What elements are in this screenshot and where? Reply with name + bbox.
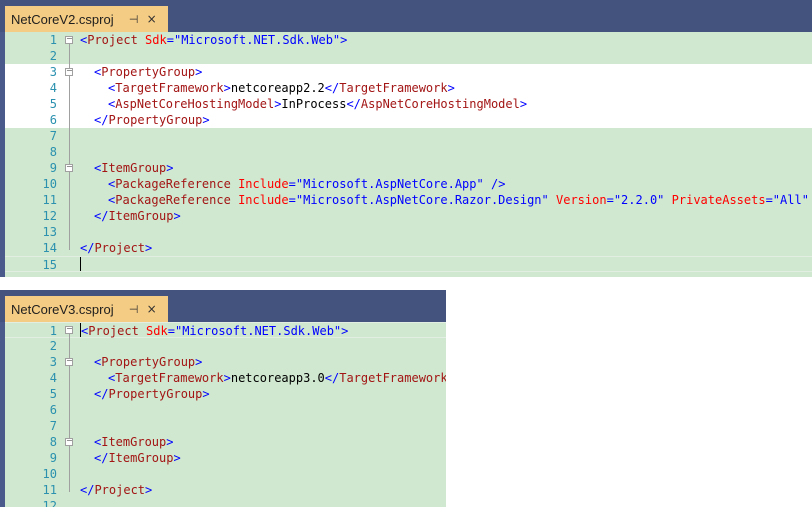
close-icon[interactable]: × [144, 12, 160, 26]
collapse-icon[interactable] [65, 36, 73, 44]
line-number: 6 [49, 403, 57, 417]
fold-guide [69, 172, 70, 218]
code-line[interactable]: 2 [5, 48, 812, 64]
line-number: 2 [49, 49, 57, 63]
code-line[interactable]: 5 <AspNetCoreHostingModel>InProcess</AspN… [5, 96, 812, 112]
code-editor[interactable]: 1 <Project Sdk="Microsoft.NET.Sdk.Web"> 2 3… [5, 32, 812, 277]
code-text: <PackageReference Include="Microsoft.Asp… [108, 193, 809, 207]
line-number: 12 [42, 209, 57, 223]
line-number: 5 [49, 97, 57, 111]
collapse-icon[interactable] [65, 438, 73, 446]
text-caret [80, 257, 81, 271]
document-tab-strip: NetCoreV3.csproj ⊣ × [0, 290, 446, 322]
line-number: 3 [49, 65, 57, 79]
line-number: 11 [42, 193, 57, 207]
tab-title: NetCoreV3.csproj [11, 301, 114, 317]
code-line[interactable]: 10 <PackageReference Include="Microsoft.A… [5, 176, 812, 192]
code-text: <PropertyGroup> [94, 355, 203, 369]
code-line[interactable]: 14 </Project> [5, 240, 812, 256]
pin-icon[interactable]: ⊣ [126, 13, 142, 26]
fold-guide [69, 366, 70, 396]
code-line[interactable]: 13 [5, 224, 812, 240]
code-text [80, 257, 81, 273]
line-number: 11 [42, 483, 57, 497]
line-number: 8 [49, 435, 57, 449]
line-number: 13 [42, 225, 57, 239]
code-text: <Project Sdk="Microsoft.NET.Sdk.Web"> [80, 33, 348, 47]
code-text: </ItemGroup> [94, 209, 181, 223]
code-text: <ItemGroup> [94, 435, 174, 449]
code-line[interactable]: 4 <TargetFramework>netcoreapp2.2</TargetF… [5, 80, 812, 96]
collapse-icon[interactable] [65, 164, 73, 172]
code-text: </Project> [80, 483, 153, 497]
line-number: 14 [42, 241, 57, 255]
line-number: 5 [49, 387, 57, 401]
tab-netcorev2[interactable]: NetCoreV2.csproj ⊣ × [5, 6, 168, 32]
tab-title: NetCoreV2.csproj [11, 11, 114, 27]
pin-icon[interactable]: ⊣ [126, 303, 142, 316]
code-line[interactable]: 12 [5, 498, 446, 507]
tab-netcorev3[interactable]: NetCoreV3.csproj ⊣ × [5, 296, 168, 322]
code-text: <TargetFramework>netcoreapp2.2</TargetFr… [108, 81, 455, 95]
code-text: </Project> [80, 241, 153, 255]
line-number: 4 [49, 371, 57, 385]
code-text: </PropertyGroup> [94, 113, 210, 127]
line-number: 1 [49, 324, 57, 338]
collapse-icon[interactable] [65, 358, 73, 366]
line-number: 15 [42, 258, 57, 272]
line-number: 10 [42, 177, 57, 191]
line-number: 7 [49, 129, 57, 143]
code-editor[interactable]: 1 <Project Sdk="Microsoft.NET.Sdk.Web"> 2 3… [5, 322, 446, 507]
line-number: 6 [49, 113, 57, 127]
code-line[interactable]: 10 [5, 466, 446, 482]
code-text: <AspNetCoreHostingModel>InProcess</AspNe… [108, 97, 528, 111]
code-text: <ItemGroup> [94, 161, 174, 175]
close-icon[interactable]: × [144, 302, 160, 316]
code-line[interactable]: 11 <PackageReference Include="Microsoft.A… [5, 192, 812, 208]
line-number: 2 [49, 339, 57, 353]
editor-netcorev3: NetCoreV3.csproj ⊣ × 1 <Project Sdk="Micr… [0, 290, 446, 507]
code-line[interactable]: 1 <Project Sdk="Microsoft.NET.Sdk.Web"> [5, 32, 812, 48]
code-line[interactable]: 11 </Project> [5, 482, 446, 498]
code-line[interactable]: 5 </PropertyGroup> [5, 386, 446, 402]
code-line[interactable]: 9 <ItemGroup> [5, 160, 812, 176]
code-text: </PropertyGroup> [94, 387, 210, 401]
code-text: <Project Sdk="Microsoft.NET.Sdk.Web"> [80, 323, 349, 338]
line-number: 10 [42, 467, 57, 481]
code-line[interactable]: 3 <PropertyGroup> [5, 64, 812, 80]
code-line[interactable]: 12 </ItemGroup> [5, 208, 812, 224]
code-text: <PackageReference Include="Microsoft.Asp… [108, 177, 506, 191]
line-number: 1 [49, 33, 57, 47]
line-number: 7 [49, 419, 57, 433]
line-number: 9 [49, 161, 57, 175]
code-line[interactable]: 7 [5, 418, 446, 434]
code-line[interactable]: 7 [5, 128, 812, 144]
collapse-icon[interactable] [65, 68, 73, 76]
fold-guide [69, 446, 70, 460]
code-line[interactable]: 9 </ItemGroup> [5, 450, 446, 466]
code-text: <TargetFramework>netcoreapp3.0</TargetFr… [108, 371, 446, 385]
code-text: </ItemGroup> [94, 451, 181, 465]
code-line[interactable]: 6 </PropertyGroup> [5, 112, 812, 128]
line-number: 4 [49, 81, 57, 95]
code-line[interactable]: 8 [5, 144, 812, 160]
line-number: 12 [42, 499, 57, 507]
code-line[interactable]: 15 [5, 256, 812, 272]
code-text: <PropertyGroup> [94, 65, 203, 79]
line-number: 9 [49, 451, 57, 465]
document-tab-strip: NetCoreV2.csproj ⊣ × [0, 0, 812, 32]
code-line[interactable]: 2 [5, 338, 446, 354]
line-number: 8 [49, 145, 57, 159]
code-line[interactable]: 6 [5, 402, 446, 418]
fold-guide [69, 76, 70, 122]
line-number: 3 [49, 355, 57, 369]
collapse-icon[interactable] [65, 326, 73, 334]
editor-netcorev2: NetCoreV2.csproj ⊣ × 1 <Project Sdk="Micr… [0, 0, 812, 277]
code-line[interactable]: 4 <TargetFramework>netcoreapp3.0</TargetF… [5, 370, 446, 386]
